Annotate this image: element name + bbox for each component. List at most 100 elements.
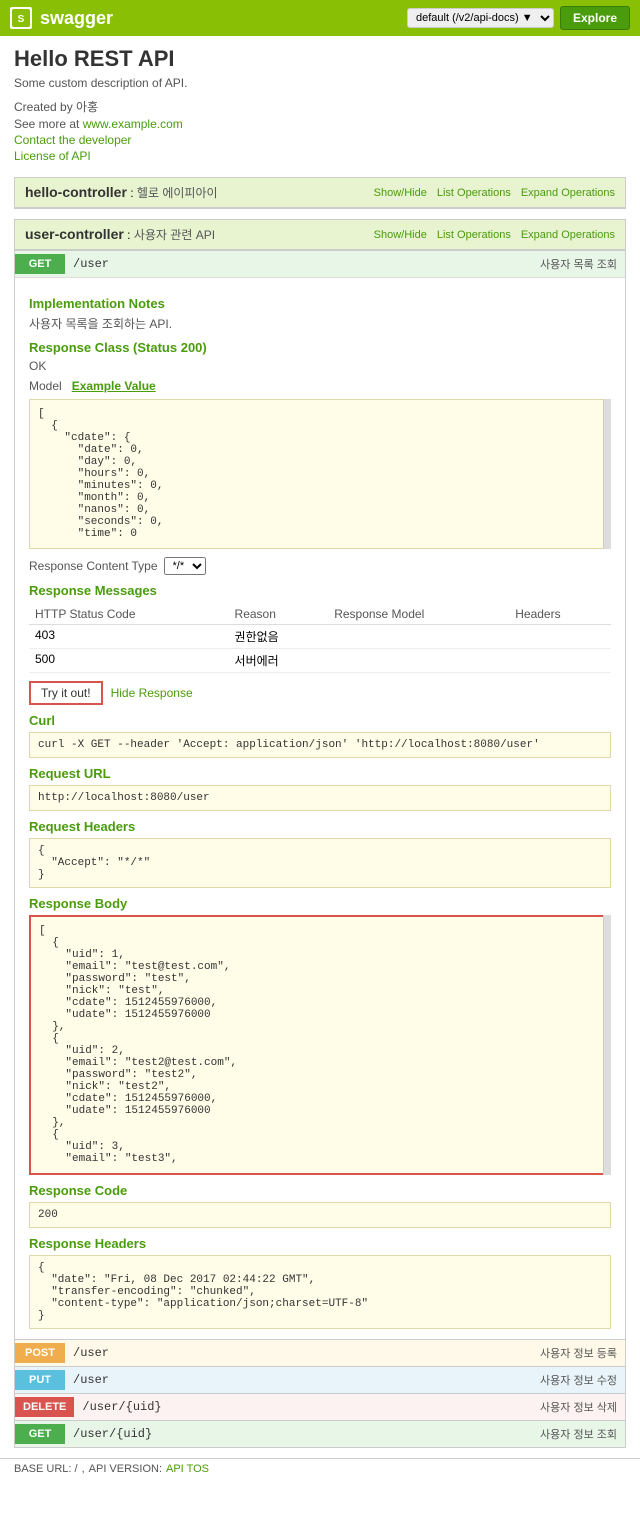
user-controller-subtitle: 사용자 관련 API — [134, 228, 215, 242]
model-tab[interactable]: Model — [29, 379, 62, 393]
hello-list-ops[interactable]: List Operations — [437, 187, 511, 199]
request-headers-label: Request Headers — [29, 819, 611, 834]
get-user-expanded: Implementation Notes 사용자 목록을 조회하는 API. R… — [15, 277, 625, 1339]
get-user-operation-row[interactable]: GET /user 사용자 목록 조회 — [15, 250, 625, 277]
put-user-operation-row[interactable]: PUT /user 사용자 정보 수정 — [15, 1366, 625, 1393]
curl-section: Curl curl -X GET --header 'Accept: appli… — [29, 713, 611, 758]
contact-link[interactable]: Contact the developer — [14, 133, 131, 147]
api-version-label: API VERSION: — [89, 1463, 162, 1475]
example-value-tab[interactable]: Example Value — [72, 379, 156, 393]
try-it-button[interactable]: Try it out! — [29, 681, 103, 705]
api-title: Hello REST API — [14, 46, 626, 72]
hello-expand-ops[interactable]: Expand Operations — [521, 187, 615, 199]
put-user-path: /user — [65, 1367, 540, 1393]
hello-controller-actions: Show/Hide List Operations Expand Operati… — [374, 187, 615, 199]
api-created-by: Created by 아홍 — [14, 98, 626, 115]
delete-user-operation-row[interactable]: DELETE /user/{uid} 사용자 정보 삭제 — [15, 1393, 625, 1420]
hide-response-link[interactable]: Hide Response — [111, 686, 193, 700]
explore-button[interactable]: Explore — [560, 6, 630, 30]
user-list-ops[interactable]: List Operations — [437, 229, 511, 241]
model-tabs: Model Example Value — [29, 379, 611, 393]
post-user-path: /user — [65, 1340, 540, 1366]
example-code-block: [ { "cdate": { "date": 0, "day": 0, "hou… — [29, 399, 611, 549]
table-header-code: HTTP Status Code — [29, 604, 229, 625]
user-controller-title: user-controller — [25, 226, 124, 242]
curl-label: Curl — [29, 713, 611, 728]
get-user-content: Implementation Notes 사용자 목록을 조회하는 API. R… — [15, 278, 625, 1339]
table-header-model: Response Model — [328, 604, 509, 625]
response-content-type-select[interactable]: */* — [164, 557, 206, 575]
response-content-type-row: Response Content Type */* — [29, 557, 611, 575]
hello-controller-title: hello-controller — [25, 184, 127, 200]
response-messages-title: Response Messages — [29, 583, 611, 598]
get-user-uid-operation-row[interactable]: GET /user/{uid} 사용자 정보 조회 — [15, 1420, 625, 1447]
reason-500: 서버에러 — [229, 649, 329, 673]
api-description: Some custom description of API. — [14, 76, 626, 90]
request-headers-value: { "Accept": "*/*" } — [29, 838, 611, 888]
get-user-description: 사용자 목록 조회 — [540, 256, 625, 272]
scrollbar-right[interactable] — [603, 399, 611, 549]
api-see-more: See more at www.example.com — [14, 117, 626, 131]
delete-user-description: 사용자 정보 삭제 — [540, 1399, 625, 1415]
hello-controller-subtitle: 헬로 에이피아이 — [137, 186, 218, 200]
user-expand-ops[interactable]: Expand Operations — [521, 229, 615, 241]
hello-show-hide[interactable]: Show/Hide — [374, 187, 427, 199]
curl-code: curl -X GET --header 'Accept: applicatio… — [29, 732, 611, 758]
separator: , — [82, 1463, 85, 1475]
user-controller-sep: : — [127, 228, 134, 242]
table-header-reason: Reason — [229, 604, 329, 625]
app-header: S swagger default (/v2/api-docs) ▼ Explo… — [0, 0, 640, 36]
model-500 — [328, 649, 509, 673]
api-license: License of API — [14, 149, 626, 163]
api-contact: Contact the developer — [14, 133, 626, 147]
response-body-label: Response Body — [29, 896, 611, 911]
license-link[interactable]: License of API — [14, 149, 91, 163]
impl-notes-title: Implementation Notes — [29, 296, 611, 311]
response-class-value: OK — [29, 359, 611, 373]
try-it-row: Try it out! Hide Response — [29, 681, 611, 705]
response-body-container: [ { "uid": 1, "email": "test@test.com", … — [29, 915, 611, 1175]
response-body-section: Response Body [ { "uid": 1, "email": "te… — [29, 896, 611, 1175]
status-code-403: 403 — [29, 625, 229, 649]
response-headers-section: Response Headers { "date": "Fri, 08 Dec … — [29, 1236, 611, 1329]
response-code-label: Response Code — [29, 1183, 611, 1198]
app-title: swagger — [40, 8, 113, 29]
get-method-badge: GET — [15, 254, 65, 274]
get-user-path: /user — [65, 251, 540, 277]
headers-403 — [509, 625, 611, 649]
user-controller-header: user-controller : 사용자 관련 API Show/Hide L… — [15, 220, 625, 250]
request-url-section: Request URL http://localhost:8080/user — [29, 766, 611, 811]
model-403 — [328, 625, 509, 649]
delete-user-path: /user/{uid} — [74, 1394, 540, 1420]
get-uid-method-badge: GET — [15, 1424, 65, 1444]
user-controller-title-area: user-controller : 사용자 관련 API — [25, 226, 215, 243]
table-row: 500 서버에러 — [29, 649, 611, 673]
table-row: 403 권한없음 — [29, 625, 611, 649]
see-more-link[interactable]: www.example.com — [83, 117, 183, 131]
svg-text:S: S — [18, 14, 25, 25]
response-body-value: [ { "uid": 1, "email": "test@test.com", … — [29, 915, 611, 1175]
hello-controller-header: hello-controller : 헬로 에이피아이 Show/Hide Li… — [15, 178, 625, 208]
post-user-operation-row[interactable]: POST /user 사용자 정보 등록 — [15, 1339, 625, 1366]
response-headers-label: Response Headers — [29, 1236, 611, 1251]
response-body-scrollbar[interactable] — [603, 915, 611, 1175]
response-code-value: 200 — [29, 1202, 611, 1228]
headers-500 — [509, 649, 611, 673]
status-code-500: 500 — [29, 649, 229, 673]
response-content-type-label: Response Content Type — [29, 559, 158, 573]
table-header-headers: Headers — [509, 604, 611, 625]
post-user-description: 사용자 정보 등록 — [540, 1345, 625, 1361]
response-code-section: Response Code 200 — [29, 1183, 611, 1228]
user-show-hide[interactable]: Show/Hide — [374, 229, 427, 241]
reason-403: 권한없음 — [229, 625, 329, 649]
version-select[interactable]: default (/v2/api-docs) ▼ — [407, 8, 554, 28]
example-code-container: [ { "cdate": { "date": 0, "day": 0, "hou… — [29, 399, 611, 549]
request-url-value: http://localhost:8080/user — [29, 785, 611, 811]
base-url-label: BASE URL: / — [14, 1463, 78, 1475]
response-headers-value: { "date": "Fri, 08 Dec 2017 02:44:22 GMT… — [29, 1255, 611, 1329]
header-left: S swagger — [10, 7, 113, 29]
api-info: Hello REST API Some custom description o… — [14, 46, 626, 163]
hello-controller-sep: : — [130, 186, 137, 200]
put-user-description: 사용자 정보 수정 — [540, 1372, 625, 1388]
api-tos-link[interactable]: API TOS — [166, 1463, 209, 1475]
